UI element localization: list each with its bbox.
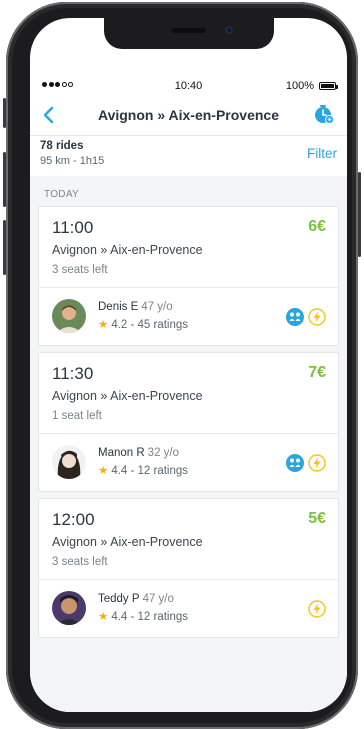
departure-time: 11:00 xyxy=(52,218,94,237)
driver-row: Manon R 32 y/o ★ 4.4 - 12 ratings xyxy=(39,434,338,492)
driver-name: Teddy P xyxy=(98,593,140,605)
driver-avatar xyxy=(52,591,86,625)
volume-up-button xyxy=(3,152,6,207)
rides-count: 78 rides xyxy=(40,140,84,152)
ride-badges xyxy=(286,454,326,472)
instant-booking-icon xyxy=(308,308,326,326)
route: Avignon » Aix-en-Provence xyxy=(52,535,203,549)
departure-time: 11:30 xyxy=(52,364,94,383)
driver-info: Manon R 32 y/o xyxy=(98,447,179,459)
ladies-only-icon xyxy=(286,454,304,472)
rating-text: 4.2 - 45 ratings xyxy=(111,319,189,331)
filter-button[interactable]: Filter xyxy=(307,146,337,161)
route: Avignon » Aix-en-Provence xyxy=(52,389,203,403)
driver-row: Teddy P 47 y/o ★ 4.4 - 12 ratings xyxy=(39,580,338,638)
ride-details: 12:00 5€ Avignon » Aix-en-Provence 3 sea… xyxy=(39,499,338,579)
driver-name: Manon R xyxy=(98,447,145,459)
speaker xyxy=(172,28,206,33)
departure-time: 12:00 xyxy=(52,510,95,529)
phone-frame: 10:40 100% Avignon » Aix-en-Provence 78 … xyxy=(3,2,361,729)
page-title: Avignon » Aix-en-Provence xyxy=(97,107,279,123)
driver-info: Denis E 47 y/o xyxy=(98,301,173,313)
ride-details: 11:00 6€ Avignon » Aix-en-Provence 3 sea… xyxy=(39,207,338,287)
volume-down-button xyxy=(3,220,6,275)
section-header-today: TODAY xyxy=(44,189,80,200)
seats-left: 3 seats left xyxy=(52,556,108,568)
driver-row: Denis E 47 y/o ★ 4.2 - 45 ratings xyxy=(39,288,338,346)
navigation-bar: Avignon » Aix-en-Provence xyxy=(30,100,347,132)
star-icon: ★ xyxy=(98,465,109,477)
front-camera xyxy=(225,26,233,34)
price: 5€ xyxy=(308,510,326,527)
driver-avatar xyxy=(52,445,86,479)
distance-duration: 95 km - 1h15 xyxy=(40,155,105,167)
driver-rating: ★ 4.2 - 45 ratings xyxy=(98,317,188,331)
driver-rating: ★ 4.4 - 12 ratings xyxy=(98,609,188,623)
notch xyxy=(104,18,274,49)
ladies-only-icon xyxy=(286,308,304,326)
create-alert-icon[interactable] xyxy=(313,103,335,125)
price: 6€ xyxy=(308,218,326,235)
route: Avignon » Aix-en-Provence xyxy=(52,243,203,257)
driver-info: Teddy P 47 y/o xyxy=(98,593,174,605)
battery-percentage: 100% xyxy=(285,80,314,92)
rating-text: 4.4 - 12 ratings xyxy=(111,611,189,623)
driver-avatar xyxy=(52,299,86,333)
rides-list: TODAY 11:00 6€ Avignon » Aix-en-Provence… xyxy=(30,176,347,712)
driver-age: 47 y/o xyxy=(141,301,173,313)
ride-card[interactable]: 12:00 5€ Avignon » Aix-en-Provence 3 sea… xyxy=(38,498,339,638)
driver-name: Denis E xyxy=(98,301,139,313)
ride-card[interactable]: 11:30 7€ Avignon » Aix-en-Provence 1 sea… xyxy=(38,352,339,492)
price: 7€ xyxy=(308,364,326,381)
battery-icon xyxy=(319,82,336,90)
ride-badges xyxy=(308,600,326,618)
star-icon: ★ xyxy=(98,319,109,331)
mute-switch xyxy=(3,98,6,128)
star-icon: ★ xyxy=(98,611,109,623)
rating-text: 4.4 - 12 ratings xyxy=(111,465,189,477)
instant-booking-icon xyxy=(308,600,326,618)
search-summary-bar: 78 rides 95 km - 1h15 Filter xyxy=(30,135,347,177)
driver-age: 32 y/o xyxy=(147,447,179,459)
screen: 10:40 100% Avignon » Aix-en-Provence 78 … xyxy=(30,18,347,712)
seats-left: 3 seats left xyxy=(52,264,108,276)
driver-age: 47 y/o xyxy=(142,593,174,605)
ride-badges xyxy=(286,308,326,326)
power-button xyxy=(358,172,361,257)
status-bar: 10:40 100% xyxy=(30,80,347,94)
battery-tip xyxy=(336,85,338,89)
instant-booking-icon xyxy=(308,454,326,472)
ride-card[interactable]: 11:00 6€ Avignon » Aix-en-Provence 3 sea… xyxy=(38,206,339,346)
ride-details: 11:30 7€ Avignon » Aix-en-Provence 1 sea… xyxy=(39,353,338,433)
seats-left: 1 seat left xyxy=(52,410,102,422)
driver-rating: ★ 4.4 - 12 ratings xyxy=(98,463,188,477)
